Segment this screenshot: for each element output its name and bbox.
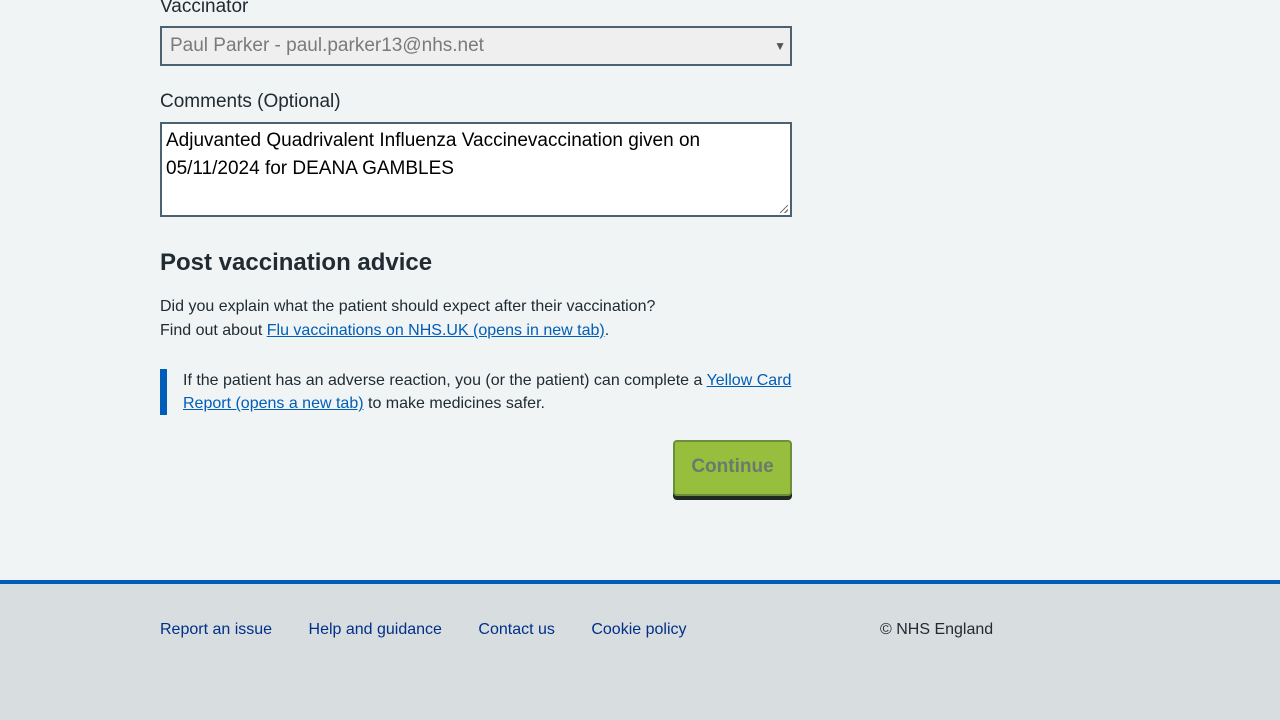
inset-suffix: to make medicines safer.	[368, 395, 545, 412]
adverse-reaction-inset: If the patient has an adverse reaction, …	[160, 369, 792, 415]
footer-link-help-guidance[interactable]: Help and guidance	[309, 621, 442, 638]
footer: Report an issue Help and guidance Contac…	[0, 580, 1280, 720]
comments-textarea[interactable]: Adjuvanted Quadrivalent Influenza Vaccin…	[160, 122, 792, 217]
inset-prefix: If the patient has an adverse reaction, …	[183, 372, 707, 389]
find-out-line: Find out about Flu vaccinations on NHS.U…	[160, 319, 655, 343]
find-out-prefix: Find out about	[160, 322, 267, 339]
comments-label: Comments (Optional)	[160, 91, 341, 112]
continue-button[interactable]: Continue	[673, 440, 792, 496]
vaccinator-select[interactable]: Paul Parker - paul.parker13@nhs.net ▼	[160, 26, 792, 66]
footer-links: Report an issue Help and guidance Contac…	[160, 618, 719, 642]
footer-link-contact-us[interactable]: Contact us	[478, 621, 554, 638]
vaccinator-label: Vaccinator	[160, 0, 249, 17]
find-out-suffix: .	[604, 322, 610, 339]
resize-handle-icon[interactable]	[780, 205, 788, 213]
post-vaccination-heading: Post vaccination advice	[160, 249, 433, 276]
advice-question: Did you explain what the patient should …	[160, 298, 656, 315]
vaccinator-selected-value: Paul Parker - paul.parker13@nhs.net	[170, 35, 484, 56]
comments-text: Adjuvanted Quadrivalent Influenza Vaccin…	[166, 130, 701, 179]
footer-link-cookie-policy[interactable]: Cookie policy	[591, 621, 686, 638]
copyright-text: © NHS England	[880, 621, 994, 638]
chevron-down-icon: ▼	[774, 39, 786, 53]
footer-link-report-issue[interactable]: Report an issue	[160, 621, 272, 638]
advice-paragraph: Did you explain what the patient should …	[160, 295, 655, 343]
flu-vaccinations-link[interactable]: Flu vaccinations on NHS.UK (opens in new…	[267, 322, 605, 339]
